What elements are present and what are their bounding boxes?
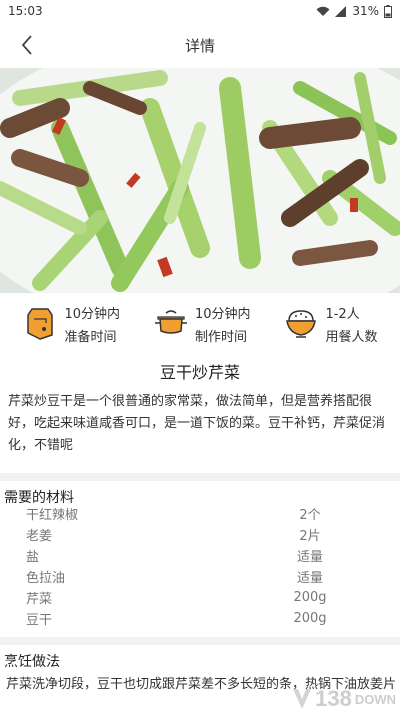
status-bar: 15:03 31%	[0, 0, 400, 22]
battery-percent: 31%	[352, 4, 379, 18]
status-icons: 31%	[316, 4, 392, 18]
ingredient-qty: 适量	[296, 571, 323, 586]
servings-info: 1-2人 用餐人数	[283, 303, 377, 347]
ingredient-name: 豆干	[26, 613, 53, 628]
watermark-suffix: DOWN	[354, 691, 396, 707]
ingredient-name: 色拉油	[26, 571, 66, 586]
wifi-icon	[316, 6, 330, 17]
prep-time-label: 准备时间	[64, 330, 117, 345]
ingredient-qty: 2片	[299, 529, 321, 544]
v-logo-icon	[293, 689, 312, 709]
cellular-signal-icon	[335, 5, 347, 17]
cook-time-label: 制作时间	[194, 330, 247, 345]
dish-title: 豆干炒芹菜	[159, 363, 240, 382]
ingredient-qty: 2个	[299, 508, 321, 523]
ingredient-row: 豆干 200g	[0, 608, 400, 629]
recipe-info-row: 10分钟内 准备时间 10分钟内 制作时间 1-2人 用餐人数	[0, 293, 400, 353]
nav-bar: 详情	[0, 22, 400, 68]
watermark-number: 138	[315, 686, 352, 711]
cooking-heading: 烹饪做法	[4, 654, 60, 670]
cook-time-info: 10分钟内 制作时间	[153, 303, 251, 347]
ingredients-heading: 需要的材料	[4, 490, 74, 506]
timer-icon	[22, 305, 58, 341]
site-watermark-logo: 138 DOWN	[291, 686, 396, 712]
back-button[interactable]	[12, 30, 42, 60]
ingredient-name: 老姜	[26, 529, 53, 544]
pot-icon	[153, 305, 189, 341]
ingredient-row: 老姜 2片	[0, 524, 400, 545]
dish-photo	[0, 68, 400, 293]
ingredient-qty: 200g	[293, 611, 327, 626]
dish-description: 芹菜炒豆干是一个很普通的家常菜，做法简单，但是营养搭配很好，吃起来味道咸香可口，…	[8, 394, 386, 453]
prep-time-value: 10分钟内	[64, 307, 121, 322]
prep-time-info: 10分钟内 准备时间	[22, 303, 120, 347]
chevron-left-icon	[21, 35, 32, 55]
section-divider	[0, 473, 400, 481]
ingredient-qty: 适量	[296, 550, 323, 565]
status-time: 15:03	[8, 4, 43, 18]
battery-icon	[384, 4, 392, 18]
ingredient-row: 盐 适量	[0, 545, 400, 566]
ingredient-name: 干红辣椒	[26, 508, 79, 523]
ingredient-qty: 200g	[293, 590, 327, 605]
servings-value: 1-2人	[325, 307, 360, 322]
ingredient-row: 色拉油 适量	[0, 566, 400, 587]
ingredient-name: 芹菜	[26, 592, 53, 607]
rice-bowl-icon	[283, 305, 319, 341]
cook-time-value: 10分钟内	[194, 307, 251, 322]
ingredient-row: 干红辣椒 2个	[0, 503, 400, 524]
servings-label: 用餐人数	[325, 330, 378, 345]
page-title: 详情	[184, 36, 215, 55]
ingredient-row: 芹菜 200g	[0, 587, 400, 608]
ingredients-list: 干红辣椒 2个 老姜 2片 盐 适量 色拉油 适量 芹菜 200g 豆干 200…	[0, 503, 400, 629]
section-divider	[0, 637, 400, 645]
ingredient-name: 盐	[26, 550, 40, 565]
